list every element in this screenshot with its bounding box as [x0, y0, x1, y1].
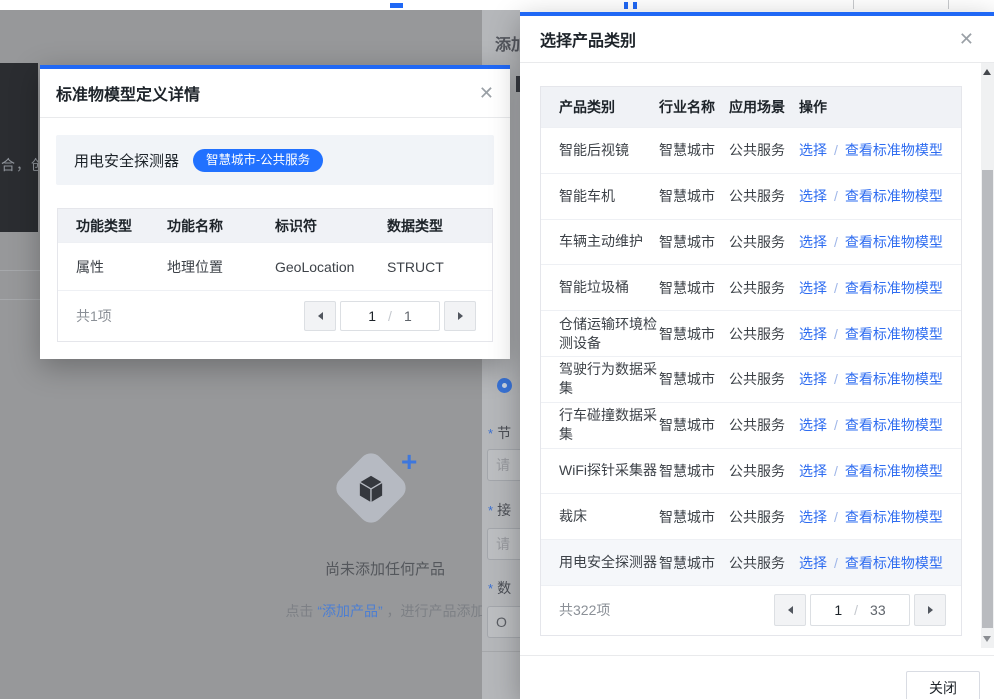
table-row: 行车碰撞数据采集 智慧城市 公共服务 选择/查看标准物模型	[541, 402, 961, 448]
view-model-link[interactable]: 查看标准物模型	[845, 463, 943, 479]
select-link[interactable]: 选择	[799, 417, 827, 433]
select-link[interactable]: 选择	[799, 234, 827, 250]
table-row: 仓储运输环境检测设备 智慧城市 公共服务 选择/查看标准物模型	[541, 310, 961, 356]
page-indicator: 1 / 1	[340, 301, 440, 331]
prev-page-button[interactable]	[304, 301, 336, 331]
form-label-data-format: *数	[488, 578, 511, 598]
access-input: 请	[487, 528, 520, 560]
select-link[interactable]: 选择	[799, 463, 827, 479]
select-link[interactable]: 选择	[799, 555, 827, 571]
plus-icon: +	[401, 448, 417, 476]
product-info-band: 用电安全探测器 智慧城市-公共服务	[56, 135, 494, 185]
table-footer: 共322项 1 / 33	[541, 585, 961, 635]
table-header: 产品类别 行业名称 应用场景 操作	[541, 87, 961, 127]
table-row: 智能车机 智慧城市 公共服务 选择/查看标准物模型	[541, 173, 961, 219]
category-modal: 选择产品类别 ✕ 产品类别 行业名称 应用场景 操作 智能后视镜 智慧城市 公共…	[520, 12, 994, 699]
table-row-highlighted: 用电安全探测器 智慧城市 公共服务 选择/查看标准物模型	[541, 539, 961, 585]
select-link[interactable]: 选择	[799, 371, 827, 387]
table-row: WiFi探针采集器 智慧城市 公共服务 选择/查看标准物模型	[541, 448, 961, 494]
table-header: 功能类型 功能名称 标识符 数据类型	[58, 209, 492, 242]
scroll-up-icon[interactable]	[983, 69, 991, 75]
close-button[interactable]: 关闭	[906, 671, 980, 699]
total-count: 共1项	[76, 306, 112, 326]
table-footer: 共1项 1 / 1	[58, 290, 492, 341]
view-model-link[interactable]: 查看标准物模型	[845, 280, 943, 296]
product-empty-state: + 尚未添加任何产品 点击 “添加产品” ，进行产品添加	[255, 440, 515, 621]
total-count: 共322项	[559, 600, 610, 620]
top-clipped-strip	[0, 0, 994, 10]
next-page-button[interactable]	[444, 301, 476, 331]
empty-state-title: 尚未添加任何产品	[255, 558, 515, 579]
view-model-link[interactable]: 查看标准物模型	[845, 188, 943, 204]
select-link[interactable]: 选择	[799, 188, 827, 204]
category-tag: 智慧城市-公共服务	[193, 149, 323, 172]
cube-icon	[356, 474, 386, 504]
next-page-button[interactable]	[914, 594, 946, 626]
product-name: 用电安全探测器	[74, 150, 179, 171]
scroll-down-icon[interactable]	[983, 636, 991, 642]
page-indicator: 1 / 33	[810, 594, 910, 626]
thing-model-table: 功能类型 功能名称 标识符 数据类型 属性 地理位置 GeoLocation S…	[57, 208, 493, 342]
category-modal-title: 选择产品类别	[540, 27, 636, 51]
radio-checked-icon	[497, 378, 512, 393]
pagination: 1 / 1	[304, 301, 476, 331]
view-model-link[interactable]: 查看标准物模型	[845, 371, 943, 387]
view-model-link[interactable]: 查看标准物模型	[845, 142, 943, 158]
form-label-access: *接	[488, 500, 511, 520]
table-row: 车辆主动维护 智慧城市 公共服务 选择/查看标准物模型	[541, 219, 961, 265]
select-link[interactable]: 选择	[799, 509, 827, 525]
guide-panel: 合，创	[0, 63, 38, 232]
detail-modal-title: 标准物模型定义详情	[56, 81, 200, 105]
detail-modal: 标准物模型定义详情 ✕ 用电安全探测器 智慧城市-公共服务 功能类型 功能名称 …	[40, 65, 510, 359]
view-model-link[interactable]: 查看标准物模型	[845, 555, 943, 571]
screen: 合，创 + 尚未添加任何产品 点击 “添加产品” ，进行产品添加 添加产 *节 …	[0, 0, 994, 699]
drawer-title-partial: 添加产	[495, 31, 520, 55]
guide-panel-text: 合，创	[1, 155, 38, 175]
table-row: 属性 地理位置 GeoLocation STRUCT	[58, 242, 492, 290]
data-format-select: O	[487, 606, 520, 638]
scrollbar[interactable]	[981, 63, 994, 648]
table-row: 驾驶行为数据采集 智慧城市 公共服务 选择/查看标准物模型	[541, 356, 961, 402]
close-icon[interactable]: ✕	[959, 30, 974, 48]
select-link[interactable]: 选择	[799, 326, 827, 342]
table-row: 智能垃圾桶 智慧城市 公共服务 选择/查看标准物模型	[541, 264, 961, 310]
select-link[interactable]: 选择	[799, 142, 827, 158]
view-model-link[interactable]: 查看标准物模型	[845, 417, 943, 433]
view-model-link[interactable]: 查看标准物模型	[845, 234, 943, 250]
add-product-cube-icon: +	[255, 440, 515, 540]
add-product-link: “添加产品”	[317, 603, 382, 619]
view-model-link[interactable]: 查看标准物模型	[845, 509, 943, 525]
form-label-node-type: *节	[488, 423, 511, 443]
select-link[interactable]: 选择	[799, 280, 827, 296]
close-icon[interactable]: ✕	[479, 84, 494, 102]
empty-state-hint: 点击 “添加产品” ，进行产品添加	[255, 601, 515, 621]
view-model-link[interactable]: 查看标准物模型	[845, 326, 943, 342]
scrollbar-thumb[interactable]	[982, 170, 993, 628]
pagination: 1 / 33	[774, 594, 946, 626]
table-row: 智能后视镜 智慧城市 公共服务 选择/查看标准物模型	[541, 127, 961, 173]
prev-page-button[interactable]	[774, 594, 806, 626]
category-table: 产品类别 行业名称 应用场景 操作 智能后视镜 智慧城市 公共服务 选择/查看标…	[540, 86, 962, 636]
node-type-input: 请	[487, 449, 520, 481]
table-row: 裁床 智慧城市 公共服务 选择/查看标准物模型	[541, 493, 961, 539]
